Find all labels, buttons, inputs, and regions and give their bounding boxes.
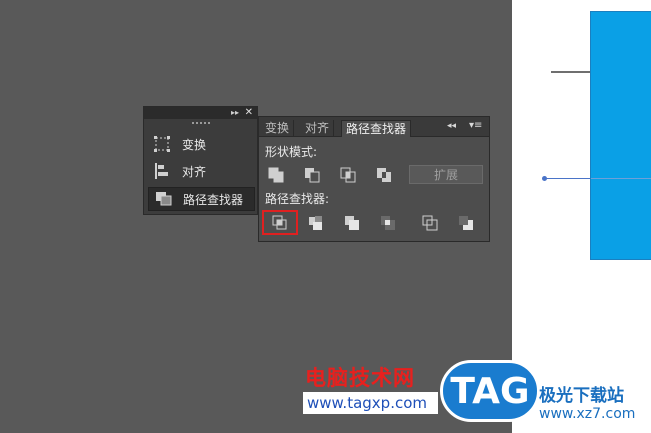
dock-item-label: 变换 [182, 137, 207, 152]
expand-button[interactable]: 扩展 [409, 165, 483, 184]
dock-title-bar[interactable]: ▸▸ ✕ [144, 107, 257, 119]
dock-item-transform[interactable]: 变换 [148, 132, 255, 156]
transform-icon [154, 136, 174, 152]
trim-button[interactable] [305, 213, 327, 233]
watermark-site-url: www.xz7.com [539, 406, 636, 422]
panel-tab-bar: 变换 对齐 路径查找器 ◂◂ ▾≡ [259, 117, 489, 137]
anchor-point[interactable] [542, 176, 547, 181]
outline-icon [422, 215, 438, 231]
pathfinders-label: 路径查找器: [265, 192, 330, 206]
minus-back-button[interactable] [455, 213, 477, 233]
collapsed-panel-dock: ▸▸ ✕ 变换 对齐 路径查找器 [143, 106, 258, 215]
guide-line [551, 71, 590, 73]
crop-icon [381, 216, 395, 230]
align-icon [154, 163, 174, 179]
crop-button[interactable] [377, 213, 399, 233]
minus-back-icon [459, 216, 473, 230]
tab-pathfinder[interactable]: 路径查找器 [341, 120, 412, 137]
dock-item-label: 路径查找器 [183, 192, 244, 207]
divide-icon [272, 215, 287, 230]
unite-icon [268, 167, 284, 183]
pathfinder-icon [155, 191, 175, 207]
minus-front-icon [305, 168, 320, 183]
intersect-button[interactable] [337, 165, 359, 185]
shape-modes-label: 形状模式: [265, 145, 318, 159]
collapse-panel-icon[interactable]: ◂◂ [447, 121, 456, 131]
dock-item-label: 对齐 [182, 164, 207, 179]
dock-grip-handle[interactable] [144, 119, 257, 127]
tab-transform[interactable]: 变换 [261, 120, 295, 137]
pathfinder-panel: 变换 对齐 路径查找器 ◂◂ ▾≡ 形状模式: 扩展 路径查找器: [258, 116, 490, 242]
outline-button[interactable] [419, 213, 441, 233]
dock-item-align[interactable]: 对齐 [148, 159, 255, 183]
watermark-site-cn: 极光下载站 [539, 386, 624, 406]
panel-menu-icon[interactable]: ▾≡ [469, 120, 487, 132]
merge-icon [345, 216, 359, 230]
watermark-tag-logo: TAG [440, 360, 540, 422]
blue-rectangle-shape[interactable] [590, 11, 651, 260]
selected-path-line[interactable] [545, 178, 590, 179]
intersect-icon [340, 167, 356, 183]
merge-button[interactable] [341, 213, 363, 233]
watermark-brand-cn: 电脑技术网 [305, 366, 415, 390]
watermark-brand-url: www.tagxp.com [303, 392, 438, 414]
selected-path-extension [591, 178, 651, 179]
minus-front-button[interactable] [301, 165, 323, 185]
exclude-button[interactable] [373, 165, 395, 185]
close-icon[interactable]: ✕ [245, 107, 253, 119]
expand-panels-icon[interactable]: ▸▸ [231, 107, 239, 119]
dock-item-pathfinder[interactable]: 路径查找器 [148, 187, 255, 211]
unite-button[interactable] [265, 165, 287, 185]
divide-button[interactable] [269, 213, 291, 233]
tab-align[interactable]: 对齐 [301, 120, 335, 137]
exclude-icon [377, 168, 391, 182]
trim-icon [309, 216, 322, 230]
